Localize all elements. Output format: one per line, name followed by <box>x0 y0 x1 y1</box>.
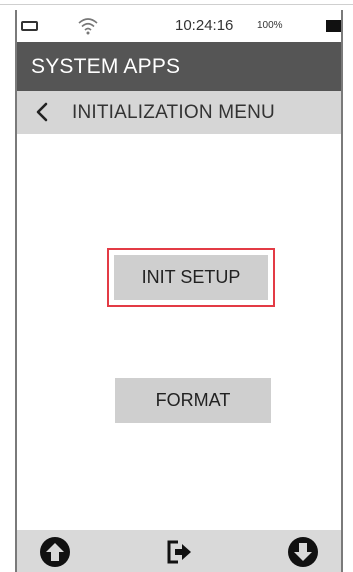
selection-highlight: INIT SETUP <box>107 248 275 307</box>
device-screen: 10:24:16 100% SYSTEM APPS INITIALIZATION… <box>15 10 343 572</box>
app-bar: SYSTEM APPS <box>17 42 341 91</box>
status-bar: 10:24:16 100% <box>17 10 341 42</box>
app-title: SYSTEM APPS <box>31 55 181 78</box>
top-divider <box>0 4 353 5</box>
battery-full-icon <box>326 20 341 32</box>
chevron-left-icon[interactable] <box>31 99 55 125</box>
bottom-nav <box>17 530 341 572</box>
arrow-down-circle-icon[interactable] <box>287 536 319 568</box>
format-button[interactable]: FORMAT <box>115 378 271 423</box>
arrow-up-circle-icon[interactable] <box>39 536 71 568</box>
exit-icon[interactable] <box>163 536 195 568</box>
battery-outline-icon <box>21 21 38 31</box>
page-title: INITIALIZATION MENU <box>72 102 275 123</box>
wifi-icon <box>78 18 98 35</box>
sub-header: INITIALIZATION MENU <box>17 91 341 134</box>
init-setup-button[interactable]: INIT SETUP <box>114 255 268 300</box>
battery-percent: 100% <box>257 20 283 31</box>
status-time: 10:24:16 <box>175 17 234 34</box>
